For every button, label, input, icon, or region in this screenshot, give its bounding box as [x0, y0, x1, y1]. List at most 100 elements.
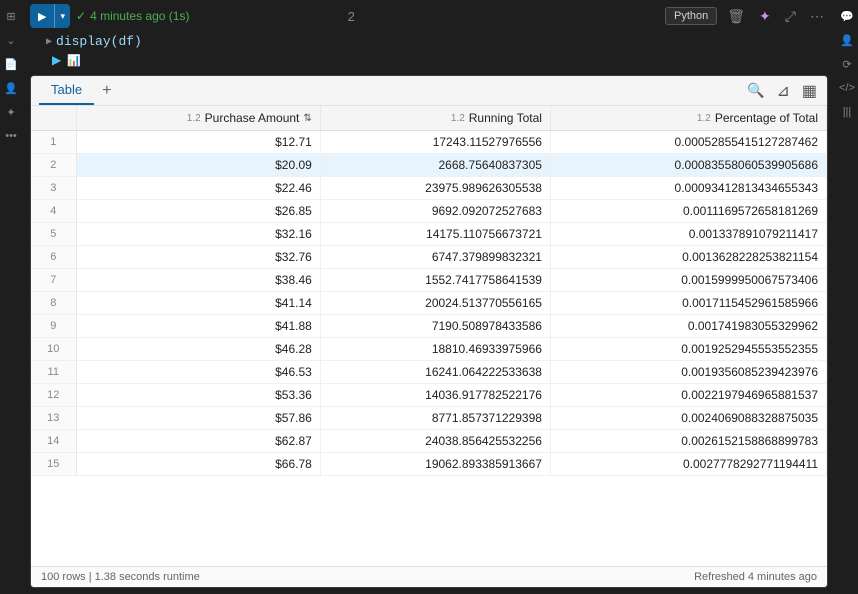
star-icon[interactable]: ✦	[3, 104, 19, 120]
chevron-down-icon[interactable]: ⌄	[3, 32, 19, 48]
table-wrapper[interactable]: 1.2 Purchase Amount ⇅ 1.2 Running Total	[31, 106, 827, 566]
python-badge[interactable]: Python	[665, 7, 717, 25]
table-row[interactable]: 4$26.859692.0920725276830.00111695726581…	[31, 200, 827, 223]
person-icon[interactable]: 👤	[3, 80, 19, 96]
row-index: 8	[31, 292, 76, 315]
pct-cell: 0.00052855415127287462	[550, 131, 826, 154]
col-header-pct[interactable]: 1.2 Percentage of Total	[550, 106, 826, 131]
purchase-cell: $46.28	[76, 338, 320, 361]
sparkle-button[interactable]: ✦	[755, 6, 775, 27]
table-row[interactable]: 7$38.461552.74177586415390.0015999950067…	[31, 269, 827, 292]
col-header-running[interactable]: 1.2 Running Total	[320, 106, 550, 131]
running-cell: 6747.379899832321	[320, 246, 550, 269]
table-row[interactable]: 11$46.5316241.0642225336380.001935608523…	[31, 361, 827, 384]
comment-icon[interactable]: 💬	[839, 8, 855, 24]
row-index: 11	[31, 361, 76, 384]
table-row[interactable]: 9$41.887190.5089784335860.00174198305532…	[31, 315, 827, 338]
running-cell: 20024.513770556165	[320, 292, 550, 315]
grid-icon[interactable]: ⊞	[3, 8, 19, 24]
pct-cell: 0.001337891079211417	[550, 223, 826, 246]
running-cell: 7190.508978433586	[320, 315, 550, 338]
purchase-cell: $26.85	[76, 200, 320, 223]
purchase-col-label: Purchase Amount	[205, 111, 300, 125]
pct-cell: 0.0027778292771194411	[550, 453, 826, 476]
row-index: 4	[31, 200, 76, 223]
more-icon[interactable]: •••	[3, 128, 19, 144]
running-cell: 24038.856425532256	[320, 430, 550, 453]
code-toggle-icon[interactable]: ▶	[46, 36, 52, 48]
pct-cell: 0.00083558060539905686	[550, 154, 826, 177]
pct-col-label: Percentage of Total	[715, 111, 818, 125]
status-right: Refreshed 4 minutes ago	[694, 571, 817, 583]
table-row[interactable]: 12$53.3614036.9177825221760.002219794696…	[31, 384, 827, 407]
chart-icon: 📊	[67, 54, 81, 67]
running-cell: 9692.092072527683	[320, 200, 550, 223]
row-index: 12	[31, 384, 76, 407]
status-left: 100 rows | 1.38 seconds runtime	[41, 571, 200, 583]
purchase-cell: $20.09	[76, 154, 320, 177]
cell-number: 2	[348, 9, 355, 24]
table-row[interactable]: 5$32.1614175.1107566737210.0013378910792…	[31, 223, 827, 246]
row-index: 14	[31, 430, 76, 453]
purchase-cell: $53.36	[76, 384, 320, 407]
table-row[interactable]: 14$62.8724038.8564255322560.002615215886…	[31, 430, 827, 453]
sort-icon[interactable]: ⇅	[303, 113, 311, 124]
expand-icon: ▶	[52, 53, 61, 67]
file-icon[interactable]: 📄	[3, 56, 19, 72]
table-row[interactable]: 3$22.4623975.9896263055380.0009341281343…	[31, 177, 827, 200]
main-area: ▶ ▾ ✓ 4 minutes ago (1s) 2 Python 🗑 ✦ ⤢ …	[22, 0, 836, 594]
row-index: 5	[31, 223, 76, 246]
table-row[interactable]: 10$46.2818810.469339759660.0019252945553…	[31, 338, 827, 361]
table-tabs: Table + 🔍 ⊿ ▦	[31, 76, 827, 106]
check-icon: ✓	[76, 9, 86, 23]
row-index: 15	[31, 453, 76, 476]
table-tab[interactable]: Table	[39, 76, 94, 105]
pct-cell: 0.0026152158868899783	[550, 430, 826, 453]
pct-cell: 0.0019356085239423976	[550, 361, 826, 384]
table-row[interactable]: 2$20.092668.756408373050.000835580605399…	[31, 154, 827, 177]
running-cell: 17243.11527976556	[320, 131, 550, 154]
data-table: 1.2 Purchase Amount ⇅ 1.2 Running Total	[31, 106, 827, 476]
row-index: 3	[31, 177, 76, 200]
table-row[interactable]: 13$57.868771.8573712293980.0024069088328…	[31, 407, 827, 430]
pct-cell: 0.0017115452961585966	[550, 292, 826, 315]
expand-button[interactable]: ⤢	[781, 6, 800, 27]
purchase-cell: $57.86	[76, 407, 320, 430]
row-index: 2	[31, 154, 76, 177]
row-index: 13	[31, 407, 76, 430]
code-icon[interactable]: </>	[839, 80, 855, 96]
purchase-cell: $22.46	[76, 177, 320, 200]
row-index: 7	[31, 269, 76, 292]
tab-toolbar-right: 🔍 ⊿ ▦	[745, 79, 819, 103]
running-cell: 16241.064222533638	[320, 361, 550, 384]
delete-button[interactable]: 🗑	[723, 6, 749, 27]
table-row[interactable]: 15$66.7819062.8933859136670.002777829277…	[31, 453, 827, 476]
table-row[interactable]: 1$12.7117243.115279765560.00052855415127…	[31, 131, 827, 154]
search-icon[interactable]: 🔍	[745, 80, 766, 101]
add-tab-button[interactable]: +	[94, 78, 119, 104]
running-cell: 8771.857371229398	[320, 407, 550, 430]
pct-cell: 0.0015999950067573406	[550, 269, 826, 292]
running-cell: 2668.75640837305	[320, 154, 550, 177]
col-header-purchase[interactable]: 1.2 Purchase Amount ⇅	[76, 106, 320, 131]
purchase-cell: $41.14	[76, 292, 320, 315]
table-row[interactable]: 6$32.766747.3798998323210.00136282282538…	[31, 246, 827, 269]
row-index: 6	[31, 246, 76, 269]
row-index: 10	[31, 338, 76, 361]
status-bar: 100 rows | 1.38 seconds runtime Refreshe…	[31, 566, 827, 587]
person-icon[interactable]: 👤	[839, 32, 855, 48]
history-icon[interactable]: ⟳	[839, 56, 855, 72]
pct-cell: 0.0013628228253821154	[550, 246, 826, 269]
cell-toolbar: ▶ ▾ ✓ 4 minutes ago (1s) 2 Python 🗑 ✦ ⤢ …	[22, 0, 836, 32]
perf-line[interactable]: ▶ 📊	[22, 51, 836, 69]
pct-cell: 0.0011169572658181269	[550, 200, 826, 223]
library-icon[interactable]: |||	[839, 104, 855, 120]
purchase-cell: $32.76	[76, 246, 320, 269]
run-button[interactable]: ▶ ▾	[30, 4, 70, 28]
table-row[interactable]: 8$41.1420024.5137705561650.0017115452961…	[31, 292, 827, 315]
layout-icon[interactable]: ▦	[800, 79, 819, 103]
filter-icon[interactable]: ⊿	[774, 79, 791, 103]
pct-cell: 0.0024069088328875035	[550, 407, 826, 430]
status-text: 4 minutes ago (1s)	[90, 9, 189, 23]
more-options-button[interactable]: ⋯	[806, 6, 828, 27]
